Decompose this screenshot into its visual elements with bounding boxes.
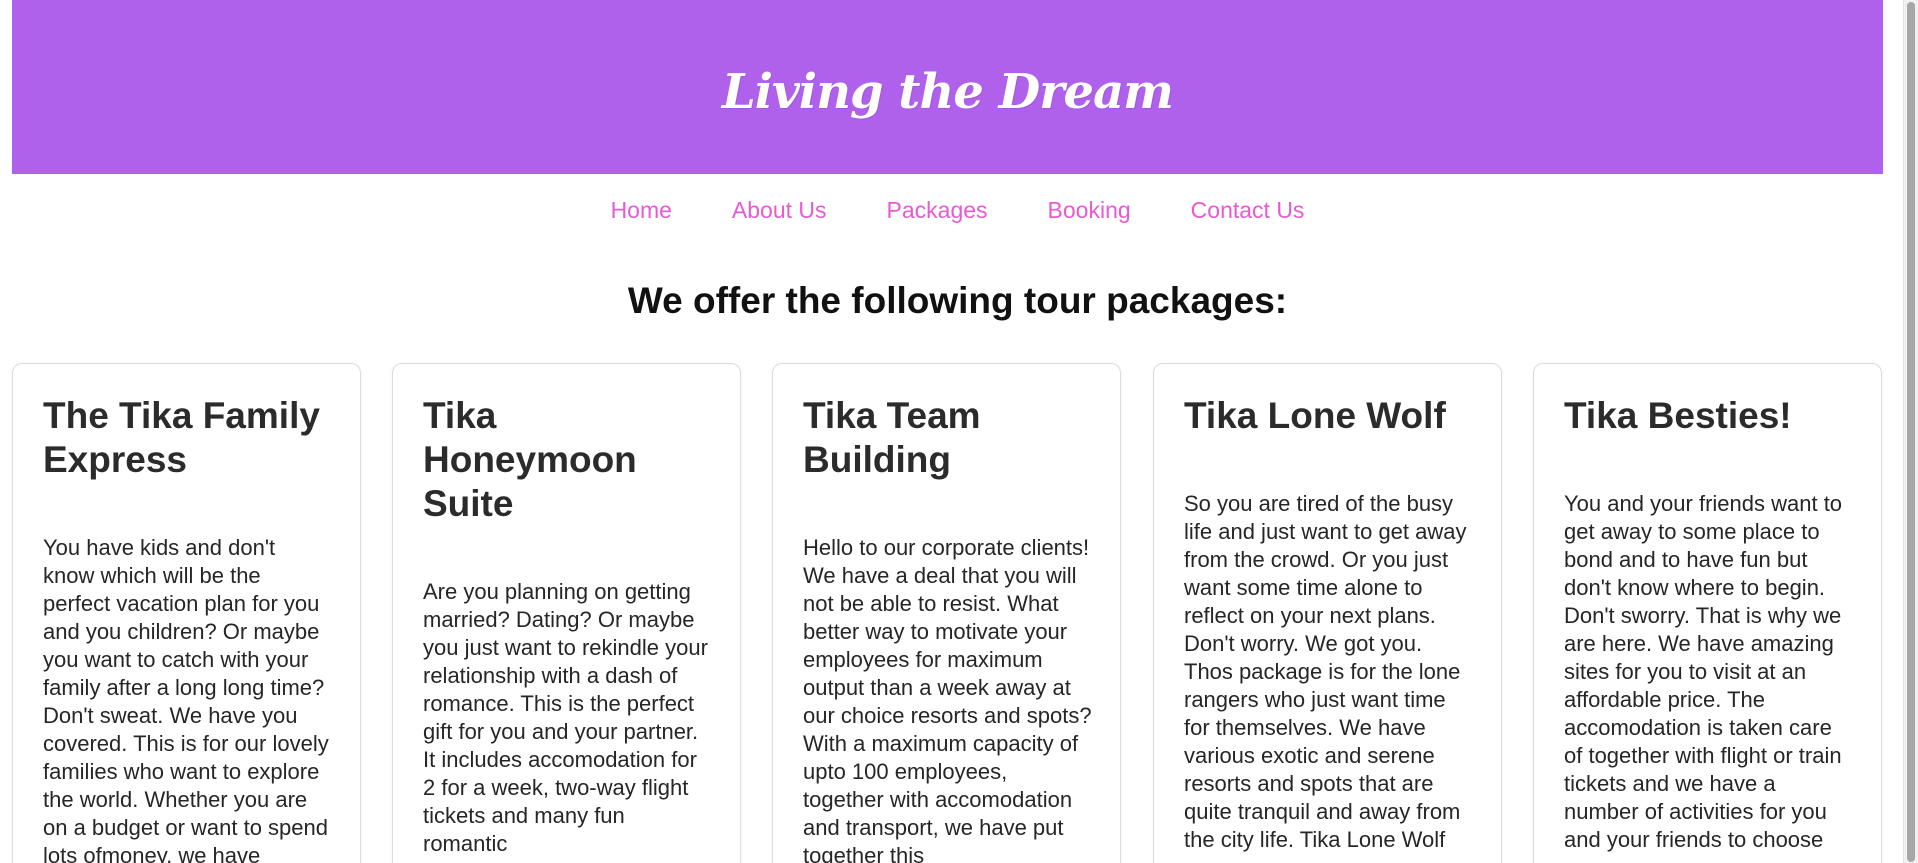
package-card-lone-wolf: Tika Lone Wolf So you are tired of the b… xyxy=(1153,363,1502,863)
package-title: Tika Lone Wolf xyxy=(1184,395,1446,436)
package-title: Tika Besties! xyxy=(1564,395,1792,436)
package-description: You and your friends want to get away to… xyxy=(1564,491,1843,852)
packages-heading: We offer the following tour packages: xyxy=(627,280,1288,321)
package-card-honeymoon-suite: Tika Honeymoon Suite Are you planning on… xyxy=(392,363,741,863)
package-card-besties: Tika Besties! You and your friends want … xyxy=(1533,363,1882,863)
site-header: Living the Dream xyxy=(12,0,1883,174)
scrollbar-thumb[interactable] xyxy=(1907,2,1915,862)
nav-link-packages[interactable]: Packages xyxy=(887,197,988,224)
page: Living the Dream Home About Us Packages … xyxy=(0,0,1918,863)
package-title: Tika Honeymoon Suite xyxy=(423,395,637,524)
package-card-team-building: Tika Team Building Hello to our corporat… xyxy=(772,363,1121,863)
package-card-family-express: The Tika Family Express You have kids an… xyxy=(12,363,361,863)
package-cards: The Tika Family Express You have kids an… xyxy=(12,363,1883,863)
main-nav: Home About Us Packages Booking Contact U… xyxy=(12,192,1883,228)
nav-link-contact-us[interactable]: Contact Us xyxy=(1191,197,1305,224)
site-title: Living the Dream xyxy=(722,64,1174,120)
nav-link-home[interactable]: Home xyxy=(611,197,672,224)
package-title: Tika Team Building xyxy=(803,395,981,480)
package-description: Hello to our corporate clients! We have … xyxy=(803,535,1092,863)
package-description: So you are tired of the busy life and ju… xyxy=(1184,491,1467,852)
vertical-scrollbar[interactable] xyxy=(1903,0,1918,863)
package-description: Are you planning on getting married? Dat… xyxy=(423,579,708,856)
nav-link-about-us[interactable]: About Us xyxy=(732,197,827,224)
package-description: You have kids and don't know which will … xyxy=(43,535,329,863)
package-title: The Tika Family Express xyxy=(43,395,320,480)
nav-link-booking[interactable]: Booking xyxy=(1048,197,1131,224)
